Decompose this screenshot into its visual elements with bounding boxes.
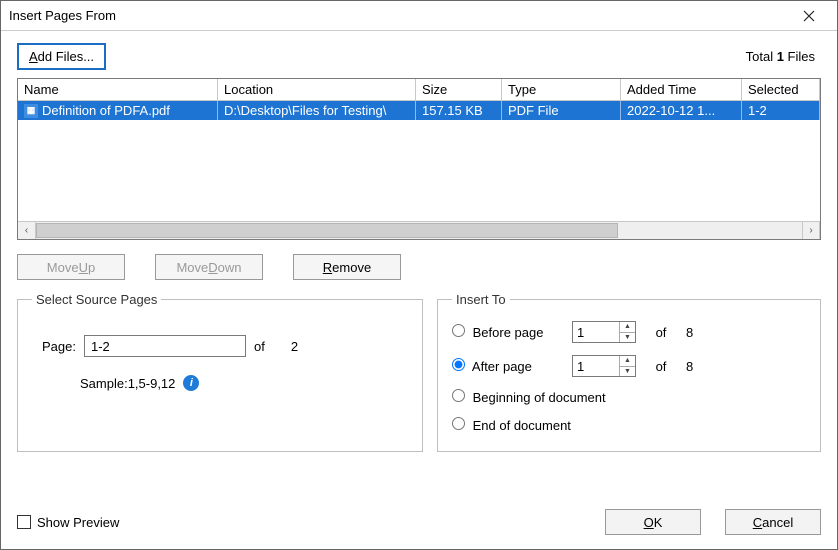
after-page-spinner[interactable]: ▲▼	[572, 355, 636, 377]
button-row: Move Up Move Down Remove	[17, 254, 821, 280]
page-label: Page:	[42, 339, 76, 354]
insert-legend: Insert To	[452, 292, 510, 307]
ok-button[interactable]: OK	[605, 509, 701, 535]
sample-row: Sample:1,5-9,12 i	[80, 375, 408, 391]
beginning-radio[interactable]: Beginning of document	[452, 389, 606, 405]
col-header-name[interactable]: Name	[18, 79, 218, 101]
sample-label: Sample:1,5-9,12	[80, 376, 175, 391]
insert-to-group: Insert To Before page ▲▼ of 8 After page…	[437, 292, 821, 452]
cell-size: 157.15 KB	[416, 101, 502, 120]
scroll-left-icon[interactable]: ‹	[18, 222, 36, 239]
before-page-spinner[interactable]: ▲▼	[572, 321, 636, 343]
cell-type: PDF File	[502, 101, 621, 120]
move-up-button[interactable]: Move Up	[17, 254, 125, 280]
of-label-before: of	[646, 325, 676, 340]
table-header-row: Name Location Size Type Added Time Selec…	[18, 79, 820, 101]
col-header-size[interactable]: Size	[416, 79, 502, 101]
spin-down-icon[interactable]: ▼	[620, 367, 635, 377]
window-title: Insert Pages From	[9, 8, 789, 23]
info-icon[interactable]: i	[183, 375, 199, 391]
show-preview-checkbox[interactable]: Show Preview	[17, 515, 119, 530]
of-label-after: of	[646, 359, 676, 374]
close-icon	[803, 10, 815, 22]
spin-down-icon[interactable]: ▼	[620, 333, 635, 343]
after-page-row: After page ▲▼ of 8	[452, 355, 806, 377]
top-row: Add Files... Total 1 Files	[17, 43, 821, 70]
table-row[interactable]: ▦ Definition of PDFA.pdf D:\Desktop\File…	[18, 101, 820, 120]
cell-name: ▦ Definition of PDFA.pdf	[18, 101, 218, 120]
end-row: End of document	[452, 417, 806, 433]
files-table[interactable]: Name Location Size Type Added Time Selec…	[17, 78, 821, 240]
before-page-radio[interactable]: Before page	[452, 324, 562, 340]
after-page-radio[interactable]: After page	[452, 358, 562, 374]
total-files-label: Total 1 Files	[746, 49, 821, 64]
col-header-type[interactable]: Type	[502, 79, 621, 101]
group-row: Select Source Pages Page: of 2 Sample:1,…	[17, 292, 821, 452]
of-label: of	[254, 339, 265, 354]
col-header-added[interactable]: Added Time	[621, 79, 742, 101]
spin-up-icon[interactable]: ▲	[620, 322, 635, 333]
cell-added: 2022-10-12 1...	[621, 101, 742, 120]
source-total-pages: 2	[291, 339, 298, 354]
scroll-track[interactable]	[36, 222, 802, 239]
source-legend: Select Source Pages	[32, 292, 161, 307]
cancel-button[interactable]: Cancel	[725, 509, 821, 535]
checkbox-icon	[17, 515, 31, 529]
col-header-location[interactable]: Location	[218, 79, 416, 101]
pdf-file-icon: ▦	[24, 104, 38, 118]
before-page-input[interactable]	[573, 322, 619, 342]
before-total: 8	[686, 325, 706, 340]
cell-location: D:\Desktop\Files for Testing\	[218, 101, 416, 120]
spin-up-icon[interactable]: ▲	[620, 356, 635, 367]
close-button[interactable]	[789, 2, 829, 30]
dialog-window: Insert Pages From Add Files... Total 1 F…	[0, 0, 838, 550]
horizontal-scrollbar[interactable]: ‹ ›	[18, 221, 820, 239]
select-source-pages-group: Select Source Pages Page: of 2 Sample:1,…	[17, 292, 423, 452]
remove-button[interactable]: Remove	[293, 254, 401, 280]
page-row: Page: of 2	[42, 335, 408, 357]
col-header-selected[interactable]: Selected	[742, 79, 820, 101]
dialog-content: Add Files... Total 1 Files Name Location…	[1, 31, 837, 487]
beginning-row: Beginning of document	[452, 389, 806, 405]
add-files-button[interactable]: Add Files...	[17, 43, 106, 70]
cell-selected: 1-2	[742, 101, 820, 120]
end-radio[interactable]: End of document	[452, 417, 571, 433]
after-total: 8	[686, 359, 706, 374]
scroll-right-icon[interactable]: ›	[802, 222, 820, 239]
move-down-button[interactable]: Move Down	[155, 254, 263, 280]
after-page-input[interactable]	[573, 356, 619, 376]
before-page-row: Before page ▲▼ of 8	[452, 321, 806, 343]
dialog-footer: Show Preview OK Cancel	[1, 487, 837, 549]
page-range-input[interactable]	[84, 335, 246, 357]
table-body: ▦ Definition of PDFA.pdf D:\Desktop\File…	[18, 101, 820, 221]
scroll-thumb[interactable]	[36, 223, 618, 238]
titlebar: Insert Pages From	[1, 1, 837, 31]
